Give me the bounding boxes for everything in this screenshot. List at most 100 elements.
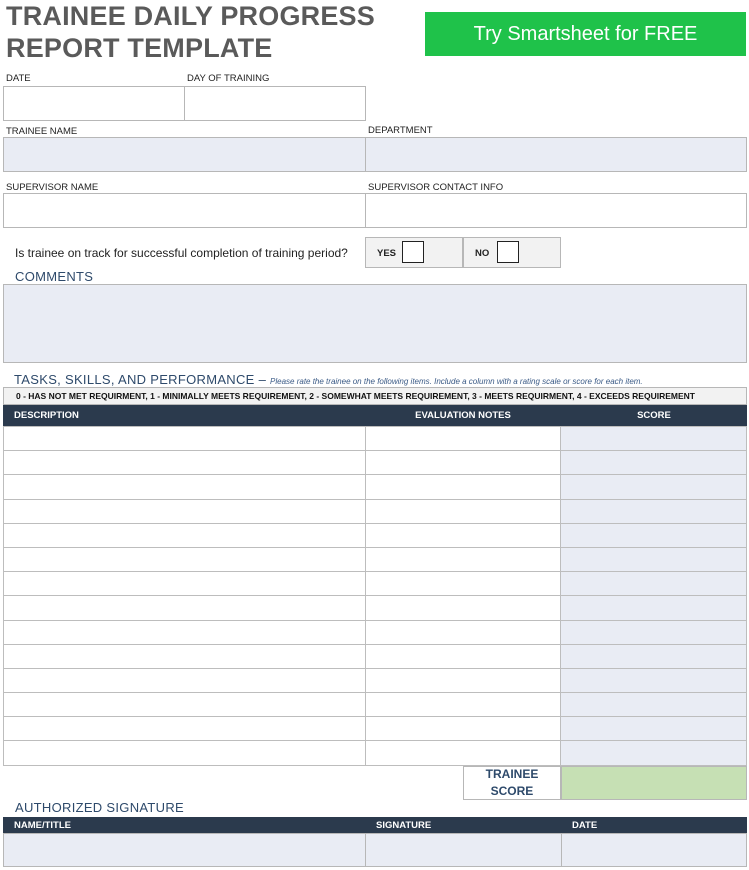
score-cell[interactable] [560, 546, 747, 573]
evaluation-notes-cell[interactable] [364, 740, 562, 766]
evaluation-notes-cell[interactable] [364, 667, 562, 694]
score-cell[interactable] [560, 740, 747, 766]
description-cell[interactable] [3, 571, 366, 597]
signature-date-field[interactable] [561, 833, 747, 867]
trainee-score-label-cell: TRAINEE SCORE [463, 766, 561, 800]
comments-heading: COMMENTS [15, 269, 94, 284]
description-cell[interactable] [3, 716, 366, 742]
title-line-2: REPORT TEMPLATE [6, 33, 273, 63]
description-cell[interactable] [3, 450, 366, 476]
date-label: DATE [6, 73, 31, 84]
signature-field[interactable] [365, 833, 562, 867]
day-of-training-label: DAY OF TRAINING [187, 73, 270, 84]
tasks-heading-dash: – [254, 372, 271, 387]
department-label: DEPARTMENT [368, 125, 433, 136]
score-cell[interactable] [560, 474, 747, 500]
comments-field[interactable] [3, 284, 747, 363]
yes-checkbox[interactable] [402, 241, 424, 263]
yes-option[interactable]: YES [365, 237, 463, 268]
rating-scale-text: 0 - HAS NOT MET REQUIRMENT, 1 - MINIMALL… [16, 391, 695, 401]
description-cell[interactable] [3, 692, 366, 718]
trainee-score-line-2: SCORE [490, 784, 534, 798]
table-row [3, 474, 747, 500]
evaluation-notes-cell[interactable] [364, 522, 562, 548]
table-row [3, 571, 747, 597]
table-row [3, 692, 747, 718]
col-description: DESCRIPTION [14, 410, 79, 421]
score-cell[interactable] [560, 450, 747, 476]
department-field[interactable] [365, 137, 747, 172]
evaluation-notes-cell[interactable] [364, 546, 562, 573]
score-cell[interactable] [560, 571, 747, 597]
trainee-score-total[interactable] [561, 766, 747, 800]
try-smartsheet-button[interactable]: Try Smartsheet for FREE [425, 12, 746, 56]
table-row [3, 619, 747, 645]
col-evaluation-notes: EVALUATION NOTES [415, 410, 511, 421]
score-cell[interactable] [560, 522, 747, 548]
tasks-table [3, 425, 747, 766]
supervisor-contact-label: SUPERVISOR CONTACT INFO [368, 182, 504, 193]
score-cell[interactable] [560, 692, 747, 718]
trainee-name-field[interactable] [3, 137, 366, 172]
evaluation-notes-cell[interactable] [364, 716, 562, 742]
evaluation-notes-cell[interactable] [364, 643, 562, 669]
description-cell[interactable] [3, 522, 366, 548]
score-cell[interactable] [560, 619, 747, 645]
description-cell[interactable] [3, 595, 366, 621]
score-cell[interactable] [560, 667, 747, 694]
col-signature: SIGNATURE [376, 819, 432, 831]
no-checkbox[interactable] [497, 241, 519, 263]
table-row [3, 546, 747, 573]
description-cell[interactable] [3, 740, 366, 766]
on-track-question: Is trainee on track for successful compl… [15, 246, 348, 260]
day-of-training-field[interactable] [184, 86, 366, 121]
description-cell[interactable] [3, 643, 366, 669]
description-cell[interactable] [3, 667, 366, 694]
evaluation-notes-cell[interactable] [364, 425, 562, 452]
table-row [3, 643, 747, 669]
tasks-note: Please rate the trainee on the following… [270, 377, 643, 386]
date-field[interactable] [3, 86, 185, 121]
description-cell[interactable] [3, 425, 366, 452]
evaluation-notes-cell[interactable] [364, 619, 562, 645]
table-row [3, 740, 747, 766]
description-cell[interactable] [3, 619, 366, 645]
table-row [3, 716, 747, 742]
table-row [3, 522, 747, 548]
tasks-table-header: DESCRIPTION EVALUATION NOTES SCORE [3, 405, 747, 426]
evaluation-notes-cell[interactable] [364, 571, 562, 597]
table-row [3, 425, 747, 452]
signature-table-header: NAME/TITLE SIGNATURE DATE [3, 817, 747, 833]
trainee-score-line-1: TRAINEE [485, 767, 539, 781]
col-date: DATE [572, 819, 598, 831]
trainee-name-label: TRAINEE NAME [6, 126, 78, 137]
score-cell[interactable] [560, 643, 747, 669]
evaluation-notes-cell[interactable] [364, 595, 562, 621]
score-cell[interactable] [560, 498, 747, 524]
score-cell[interactable] [560, 425, 747, 452]
description-cell[interactable] [3, 546, 366, 573]
name-title-field[interactable] [3, 833, 366, 867]
table-row [3, 667, 747, 694]
trainee-score-label: TRAINEE SCORE [486, 766, 539, 800]
no-option[interactable]: NO [463, 237, 561, 268]
description-cell[interactable] [3, 474, 366, 500]
signature-heading: AUTHORIZED SIGNATURE [15, 800, 184, 815]
description-cell[interactable] [3, 498, 366, 524]
yes-label: YES [377, 248, 397, 259]
col-name-title: NAME/TITLE [14, 819, 71, 831]
supervisor-name-field[interactable] [3, 193, 366, 228]
score-cell[interactable] [560, 595, 747, 621]
score-cell[interactable] [560, 716, 747, 742]
evaluation-notes-cell[interactable] [364, 474, 562, 500]
no-label: NO [475, 248, 490, 259]
evaluation-notes-cell[interactable] [364, 692, 562, 718]
col-score: SCORE [637, 410, 671, 421]
table-row [3, 595, 747, 621]
page-title: TRAINEE DAILY PROGRESS REPORT TEMPLATE [6, 0, 375, 64]
table-row [3, 450, 747, 476]
tasks-heading: TASKS, SKILLS, AND PERFORMANCE [14, 372, 255, 387]
evaluation-notes-cell[interactable] [364, 498, 562, 524]
evaluation-notes-cell[interactable] [364, 450, 562, 476]
supervisor-contact-field[interactable] [365, 193, 747, 228]
